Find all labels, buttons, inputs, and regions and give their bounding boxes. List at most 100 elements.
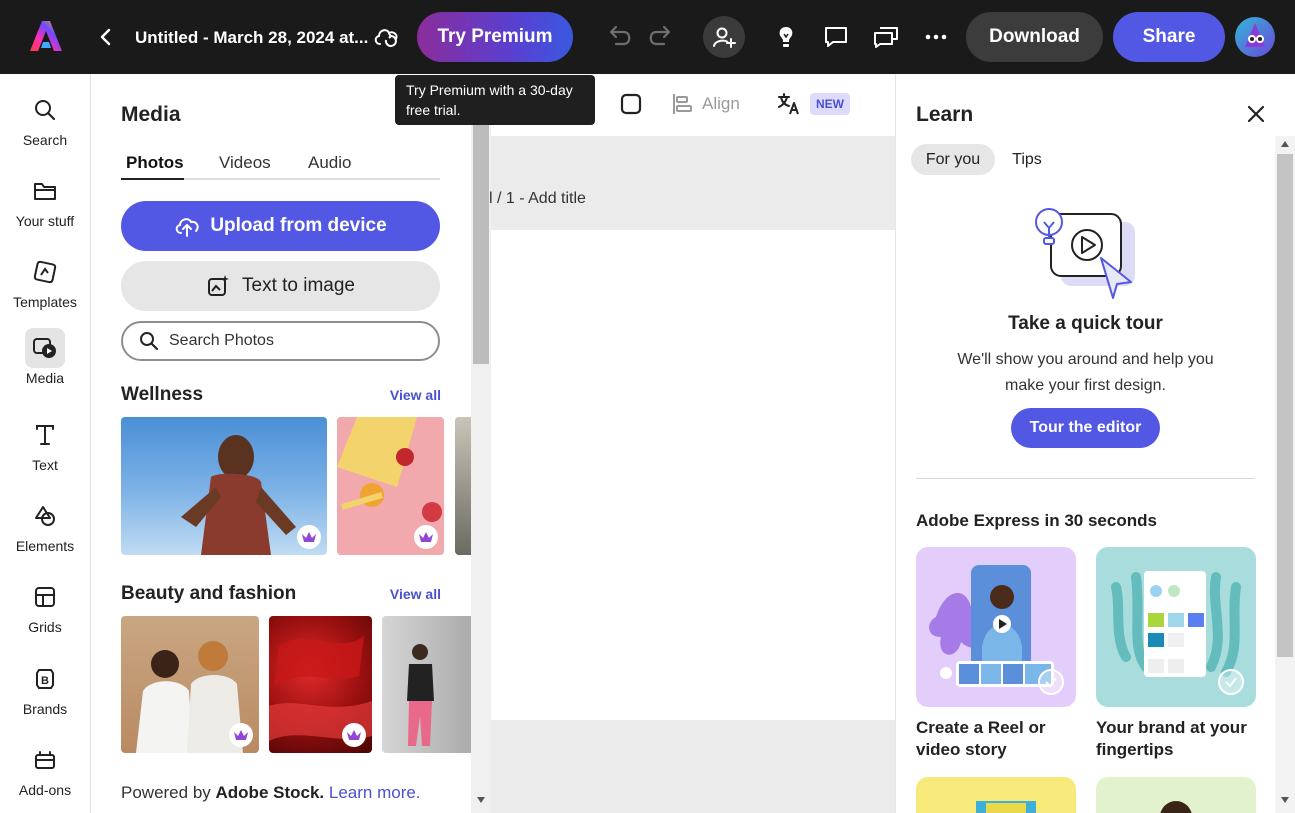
scroll-up-arrow-icon[interactable]	[1280, 140, 1290, 148]
svg-text:B: B	[41, 675, 49, 687]
video-card-brand[interactable]	[1096, 547, 1256, 707]
card-label-brand[interactable]: Your brand at your fingertips	[1096, 717, 1256, 761]
align-left-icon	[673, 94, 692, 114]
add-user-icon	[713, 27, 736, 48]
rail-item-media[interactable]: Media	[0, 328, 90, 398]
media-scroll-thumb[interactable]	[473, 124, 489, 364]
comment-icon[interactable]	[822, 23, 850, 51]
scroll-down-arrow-icon[interactable]	[1280, 796, 1290, 804]
back-chevron-icon[interactable]	[96, 26, 116, 48]
cloud-sync-icon[interactable]	[372, 24, 402, 50]
rail-label: Add-ons	[18, 782, 72, 798]
search-photos-input[interactable]	[169, 332, 419, 350]
download-button[interactable]: Download	[966, 12, 1103, 62]
canvas-page[interactable]	[491, 230, 895, 720]
tab-videos[interactable]: Videos	[219, 153, 271, 173]
tour-description: We'll show you around and help you make …	[957, 351, 1214, 394]
tour-illustration	[1035, 208, 1135, 299]
card-label-reel[interactable]: Create a Reel or video story	[916, 717, 1076, 761]
align-button[interactable]: Align	[672, 93, 740, 115]
adobe-stock-brand: Adobe Stock.	[215, 783, 325, 802]
rail-item-add-ons[interactable]: Add-ons	[0, 740, 90, 810]
new-badge: NEW	[810, 93, 850, 115]
section-title-beauty-fashion: Beauty and fashion	[121, 583, 297, 604]
addons-icon	[25, 740, 65, 780]
rail-item-elements[interactable]: Elements	[0, 496, 90, 566]
powered-by-text: Powered by Adobe Stock. Learn more.	[121, 783, 421, 803]
scroll-down-arrow-icon[interactable]	[476, 796, 486, 804]
video-card-partial[interactable]	[916, 777, 1076, 813]
sparkle-image-icon	[208, 275, 229, 296]
brands-icon: B	[25, 659, 65, 699]
premium-tooltip: Try Premium with a 30-day free trial.	[395, 75, 595, 125]
upload-from-device-button[interactable]: Upload from device	[121, 201, 440, 251]
tour-title: Take a quick tour	[1008, 313, 1163, 334]
rail-label: Your stuff	[15, 213, 75, 229]
upload-cloud-icon	[176, 218, 199, 237]
shape-square-icon[interactable]	[619, 92, 643, 116]
divider	[916, 478, 1255, 479]
text-to-image-button[interactable]: Text to image	[121, 261, 440, 311]
templates-icon	[25, 252, 65, 292]
powered-prefix: Powered by	[121, 783, 211, 802]
try-premium-button[interactable]: Try Premium	[417, 12, 573, 62]
section-title-wellness: Wellness	[121, 384, 204, 405]
tab-photos[interactable]: Photos	[126, 153, 184, 173]
rail-label: Grids	[28, 619, 62, 635]
search-icon	[25, 90, 65, 130]
view-all-beauty-link[interactable]: View all	[381, 586, 441, 602]
tab-audio[interactable]: Audio	[308, 153, 351, 173]
rail-item-templates[interactable]: Templates	[0, 252, 90, 322]
video-card-partial[interactable]	[1096, 777, 1256, 813]
checkmark-icon	[1038, 669, 1064, 695]
folder-icon	[25, 171, 65, 211]
page-title-label[interactable]: l / 1 - Add title	[489, 190, 586, 208]
view-all-wellness-link[interactable]: View all	[381, 387, 441, 403]
invite-user-button[interactable]	[703, 16, 745, 58]
adobe-express-logo[interactable]	[30, 21, 62, 51]
top-bar: Untitled - March 28, 2024 at... Try Prem…	[0, 0, 1295, 74]
photo-thumbnail[interactable]	[382, 616, 475, 753]
photo-thumbnail[interactable]	[269, 616, 372, 753]
video-card-reel[interactable]	[916, 547, 1076, 707]
tab-tips[interactable]: Tips	[1004, 144, 1050, 175]
panel-title: Learn	[916, 103, 974, 126]
lightbulb-icon[interactable]	[772, 23, 800, 51]
present-share-icon[interactable]	[872, 23, 900, 51]
user-avatar[interactable]	[1235, 17, 1275, 57]
rail-item-brands[interactable]: B Brands	[0, 659, 90, 729]
photo-thumbnail[interactable]	[121, 417, 327, 555]
translate-icon[interactable]	[777, 92, 801, 116]
share-button[interactable]: Share	[1113, 12, 1225, 62]
left-rail: Search Your stuff Templates Media Text E…	[0, 74, 91, 813]
more-options-icon[interactable]	[922, 23, 950, 51]
tab-for-you[interactable]: For you	[911, 144, 995, 175]
document-title[interactable]: Untitled - March 28, 2024 at...	[135, 28, 368, 48]
rail-item-search[interactable]: Search	[0, 90, 90, 160]
close-icon[interactable]	[1246, 104, 1266, 124]
undo-icon[interactable]	[604, 24, 632, 50]
upload-label: Upload from device	[210, 215, 387, 236]
search-icon	[140, 332, 159, 351]
premium-crown-icon	[414, 525, 438, 549]
premium-crown-icon	[342, 723, 366, 747]
photo-thumbnail[interactable]	[337, 417, 444, 555]
premium-crown-icon	[297, 525, 321, 549]
rail-label: Brands	[22, 701, 68, 717]
tour-the-editor-button[interactable]: Tour the editor	[1011, 408, 1160, 448]
learn-more-link[interactable]: Learn more.	[329, 783, 421, 802]
premium-crown-icon	[229, 723, 253, 747]
rail-item-grids[interactable]: Grids	[0, 577, 90, 647]
text-to-image-label: Text to image	[242, 275, 355, 296]
rail-item-your-stuff[interactable]: Your stuff	[0, 171, 90, 241]
search-photos-field[interactable]	[121, 321, 440, 361]
text-icon	[25, 415, 65, 455]
grids-icon	[25, 577, 65, 617]
rail-item-text[interactable]: Text	[0, 415, 90, 485]
redo-icon[interactable]	[648, 24, 676, 50]
photo-thumbnail[interactable]	[121, 616, 259, 753]
section-title-30-seconds: Adobe Express in 30 seconds	[916, 511, 1157, 530]
learn-scroll-thumb[interactable]	[1277, 154, 1293, 657]
align-label: Align	[702, 94, 740, 113]
media-tabs: Photos Videos Audio	[121, 150, 440, 180]
